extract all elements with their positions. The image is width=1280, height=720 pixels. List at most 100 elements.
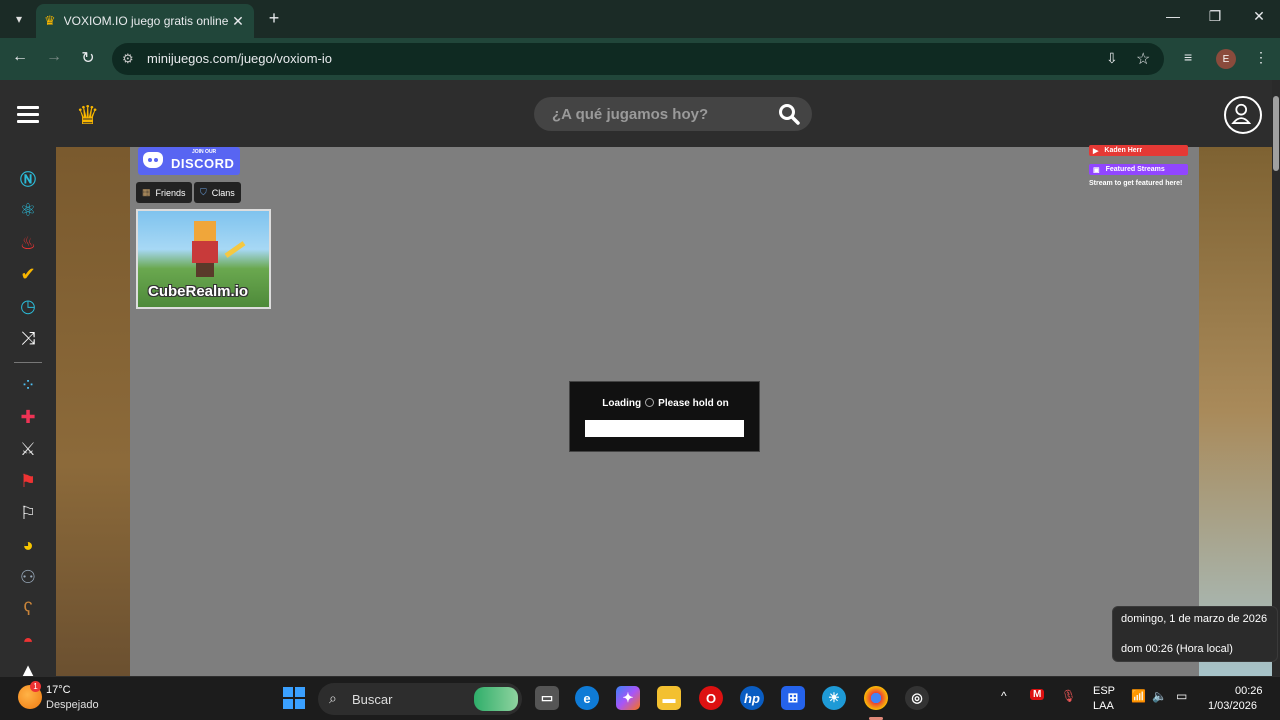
weather-app-icon[interactable]: ☀	[822, 686, 846, 710]
hamburger-menu-icon[interactable]	[17, 106, 39, 123]
clans-label: Clans	[211, 187, 235, 198]
minimize-button[interactable]: —	[1158, 8, 1188, 24]
taskbar-search-box[interactable]: ⌕ Buscar	[318, 683, 522, 715]
microphone-icon[interactable]: 🎙	[1061, 689, 1076, 703]
bookmark-star-icon[interactable]: ☆	[1136, 49, 1150, 69]
obs-icon[interactable]: ◎	[905, 686, 929, 710]
file-explorer-icon[interactable]: ▬	[657, 686, 681, 710]
featured-streams-button[interactable]: ▣ Featured Streams	[1089, 164, 1188, 175]
install-app-icon[interactable]: ⇩	[1106, 50, 1118, 67]
pokeball-icon[interactable]: ◓	[17, 630, 39, 652]
wifi-icon[interactable]: 📶	[1131, 689, 1146, 703]
url-text[interactable]: minijuegos.com/juego/voxiom-io	[147, 51, 332, 66]
loading-text: Loading	[602, 398, 642, 409]
microsoft-store-icon[interactable]: ⊞	[781, 686, 805, 710]
stream-hint-text: Stream to get featured here!	[1089, 180, 1183, 187]
discord-logo-icon	[143, 152, 163, 168]
browser-tab[interactable]: ♛ VOXIOM.IO juego gratis online ✕	[36, 4, 254, 38]
scrollbar-thumb[interactable]	[1273, 96, 1279, 171]
game-background-left	[56, 147, 130, 676]
browser-toolbar: ← → ↻ ⚙ minijuegos.com/juego/voxiom-io ⇩…	[0, 38, 1280, 80]
address-bar[interactable]: ⚙ minijuegos.com/juego/voxiom-io ⇩ ☆	[112, 43, 1164, 75]
atom-icon[interactable]: ⚛	[17, 199, 39, 221]
taskbar-search-placeholder: Buscar	[352, 692, 393, 707]
volume-icon[interactable]: 🔈	[1152, 689, 1167, 703]
game-background-right	[1199, 147, 1272, 676]
loading-row: Loading Please hold on	[570, 398, 761, 409]
keyboard-lang[interactable]: ESP	[1093, 685, 1115, 697]
pacman-icon[interactable]: ◕	[17, 534, 39, 556]
puzzle-icon[interactable]: ✚	[17, 406, 39, 428]
keyboard-layout[interactable]: LAA	[1093, 700, 1114, 712]
n-icon[interactable]: Ⓝ	[17, 167, 39, 189]
checkered-flag-icon[interactable]: ⚐	[17, 502, 39, 524]
user-account-icon[interactable]	[1224, 96, 1262, 134]
mcafee-icon[interactable]: M	[1030, 689, 1045, 700]
show-hidden-icons[interactable]: ^	[1001, 689, 1007, 703]
discord-button[interactable]: JOIN OUR DISCORD	[138, 147, 240, 175]
discord-label: DISCORD	[171, 156, 235, 171]
hp-icon[interactable]: hp	[740, 686, 764, 710]
friends-button[interactable]: ▦ Friends	[136, 182, 192, 203]
taskbar-search-icon: ⌕	[329, 690, 337, 706]
new-tab-button[interactable]: +	[264, 8, 284, 29]
taskbar-time[interactable]: 00:26	[1235, 685, 1263, 697]
opera-icon[interactable]: O	[699, 686, 723, 710]
promo-title: CubeRealm.io	[148, 283, 249, 300]
promo-character-image	[190, 221, 246, 277]
clans-button[interactable]: ⛉ Clans	[194, 182, 241, 203]
category-sidebar: Ⓝ ⚛ ♨ ✔ ◷ ⤨ ⁘ ✚ ⚔ ⚑ ⚐ ◕ ⚇ ʕ ◓ ▲	[0, 147, 56, 680]
browser-menu-icon[interactable]: ⋮	[1254, 49, 1268, 66]
media-control-icon[interactable]: ≡	[1184, 49, 1192, 65]
site-info-icon[interactable]: ⚙	[122, 51, 134, 67]
tab-search-button[interactable]: ▾	[8, 8, 30, 30]
edge-icon[interactable]: e	[575, 686, 599, 710]
clock-local-time: dom 00:26 (Hora local)	[1121, 643, 1233, 655]
windows-taskbar: 1 17°C Despejado ⌕ Buscar ▭ e ✦ ▬ O hp ⊞…	[0, 676, 1280, 720]
browser-tab-strip: ▾ ♛ VOXIOM.IO juego gratis online ✕ + — …	[0, 0, 1280, 38]
shuffle-icon[interactable]: ⤨	[17, 327, 39, 349]
restore-button[interactable]: ❐	[1200, 8, 1230, 25]
windows-start-icon[interactable]	[283, 687, 305, 709]
clock-tooltip: domingo, 1 de marzo de 2026 dom 00:26 (H…	[1112, 606, 1278, 662]
site-search-input[interactable]: ¿A qué jugamos hoy?	[534, 97, 812, 131]
search-placeholder: ¿A qué jugamos hoy?	[552, 106, 709, 123]
back-button[interactable]: ←	[9, 48, 31, 66]
search-icon[interactable]	[778, 103, 800, 125]
loading-dialog: Loading Please hold on	[569, 381, 760, 452]
task-view-icon[interactable]: ▭	[535, 686, 559, 710]
reload-button[interactable]: ↻	[77, 48, 99, 68]
weather-condition[interactable]: Despejado	[46, 699, 99, 711]
profile-avatar[interactable]: E	[1216, 49, 1236, 69]
weather-temperature[interactable]: 17°C	[46, 684, 71, 696]
streamer-button[interactable]: ▶ Kaden Herr	[1089, 145, 1188, 156]
battery-icon[interactable]: ▭	[1176, 689, 1187, 703]
site-header: ♛ ¿A qué jugamos hoy?	[0, 80, 1272, 147]
check-icon[interactable]: ✔	[17, 263, 39, 285]
people-icon[interactable]: ⚇	[17, 566, 39, 588]
dots-icon[interactable]: ⁘	[17, 374, 39, 396]
chrome-icon[interactable]	[864, 686, 888, 710]
clock-icon[interactable]: ◷	[17, 295, 39, 317]
flag-icon[interactable]: ⚑	[17, 470, 39, 492]
friends-label: Friends	[155, 187, 186, 198]
tab-close-icon[interactable]: ✕	[230, 13, 246, 30]
discord-join-text: JOIN OUR	[192, 149, 217, 155]
fire-icon[interactable]: ♨	[17, 232, 39, 254]
site-logo-crown-icon[interactable]: ♛	[76, 100, 99, 131]
bear-icon[interactable]: ʕ	[17, 598, 39, 620]
loading-spinner-icon	[645, 398, 655, 407]
close-window-button[interactable]: ✕	[1244, 8, 1274, 25]
cuberealm-promo-banner[interactable]: CubeRealm.io	[136, 209, 271, 309]
crown-favicon-icon: ♛	[44, 13, 56, 28]
clock-full-date: domingo, 1 de marzo de 2026	[1121, 613, 1268, 625]
weather-badge: 1	[30, 681, 41, 692]
taskbar-date[interactable]: 1/03/2026	[1208, 700, 1257, 712]
swords-icon[interactable]: ⚔	[17, 438, 39, 460]
friends-icon: ▦	[142, 187, 151, 197]
loading-progress-bar	[585, 420, 744, 437]
sidebar-divider	[14, 362, 42, 363]
forward-button[interactable]: →	[43, 48, 65, 66]
hold-on-text: Please hold on	[658, 398, 729, 409]
copilot-icon[interactable]: ✦	[616, 686, 640, 710]
